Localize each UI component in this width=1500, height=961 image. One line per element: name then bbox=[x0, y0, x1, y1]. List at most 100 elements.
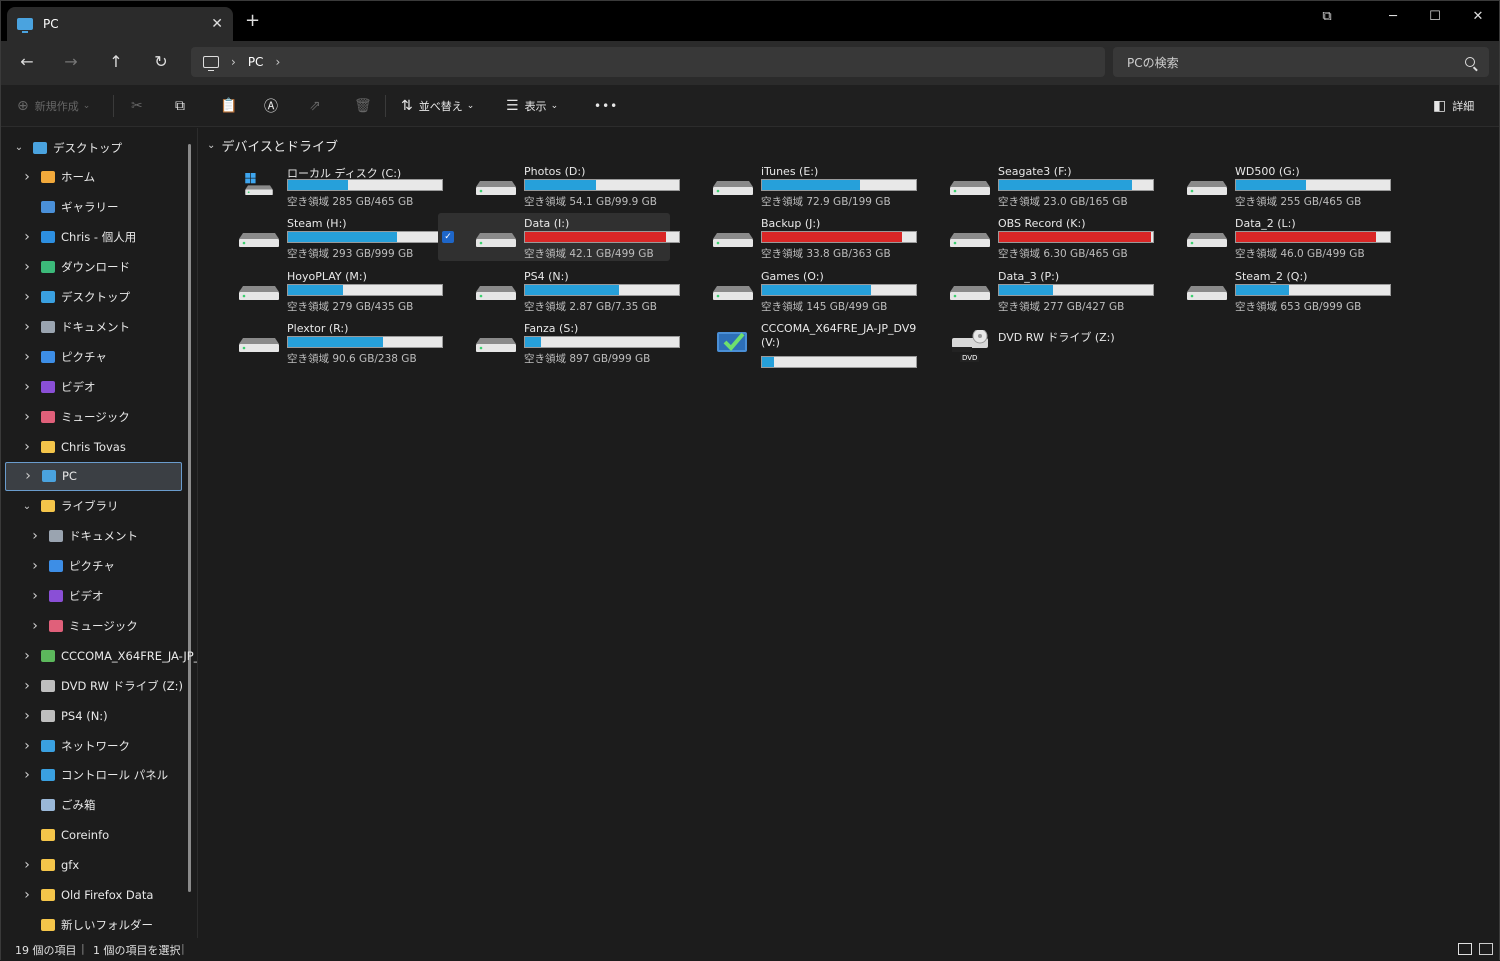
drive-tile[interactable]: Seagate3 (F:) 空き領域 23.0 GB/165 GB bbox=[912, 161, 1154, 209]
drive-tile[interactable]: Games (O:) 空き領域 145 GB/499 GB bbox=[675, 266, 917, 314]
sidebar-item[interactable]: › ピクチャ bbox=[5, 552, 182, 581]
back-button[interactable]: ← bbox=[15, 51, 39, 73]
drive-tile[interactable]: Photos (D:) 空き領域 54.1 GB/99.9 GB bbox=[438, 161, 680, 209]
chevron-right-icon[interactable]: › bbox=[21, 887, 33, 903]
chevron-right-icon[interactable]: › bbox=[21, 708, 33, 724]
drive-tile[interactable]: PS4 (N:) 空き領域 2.87 GB/7.35 GB bbox=[438, 266, 680, 314]
sidebar-item[interactable]: › Old Firefox Data bbox=[5, 881, 182, 910]
delete-button[interactable]: 🗑 bbox=[354, 96, 378, 116]
drive-tile[interactable]: Plextor (R:) 空き領域 90.6 GB/238 GB bbox=[201, 318, 443, 366]
close-button[interactable]: ✕ bbox=[1456, 1, 1500, 31]
sidebar-item[interactable]: 新しいフォルダー bbox=[5, 910, 182, 938]
chevron-right-icon[interactable]: › bbox=[22, 468, 34, 484]
sidebar-item[interactable]: › ダウンロード bbox=[5, 253, 182, 282]
sidebar-item[interactable]: › Chris Tovas bbox=[5, 432, 182, 461]
chevron-right-icon[interactable]: › bbox=[21, 439, 33, 455]
cut-button[interactable]: ✂ bbox=[131, 96, 149, 116]
chevron-right-icon[interactable]: › bbox=[21, 857, 33, 873]
forward-button[interactable]: → bbox=[59, 51, 83, 73]
sidebar-item[interactable]: › CCCOMA_X64FRE_JA-JP_ bbox=[5, 641, 197, 670]
breadcrumb-pc[interactable]: PC bbox=[248, 55, 264, 69]
chevron-down-icon[interactable]: ⌄ bbox=[21, 501, 33, 512]
drive-tile[interactable]: Fanza (S:) 空き領域 897 GB/999 GB bbox=[438, 318, 680, 366]
drive-tile[interactable]: Backup (J:) 空き領域 33.8 GB/363 GB bbox=[675, 213, 917, 261]
share-button[interactable]: ⇗ bbox=[309, 96, 327, 116]
new-tab-button[interactable]: + bbox=[245, 12, 260, 30]
details-view-button[interactable] bbox=[1458, 943, 1472, 955]
sidebar-item[interactable]: ⌄ ライブラリ bbox=[5, 492, 182, 521]
drive-tile[interactable]: iTunes (E:) 空き領域 72.9 GB/199 GB bbox=[675, 161, 917, 209]
sidebar-item[interactable]: › デスクトップ bbox=[5, 283, 182, 312]
rename-button[interactable]: Ⓐ bbox=[264, 96, 284, 116]
sidebar-item[interactable]: › DVD RW ドライブ (Z:) bbox=[5, 671, 183, 700]
sidebar-item[interactable]: ギャラリー bbox=[5, 193, 182, 222]
sidebar-item[interactable]: › ドキュメント bbox=[5, 522, 182, 551]
sidebar-item[interactable]: ⌄ デスクトップ bbox=[5, 133, 182, 162]
chevron-right-icon[interactable]: › bbox=[29, 618, 41, 634]
drive-tile[interactable]: Steam_2 (Q:) 空き領域 653 GB/999 GB bbox=[1149, 266, 1391, 314]
chevron-right-icon[interactable]: › bbox=[21, 379, 33, 395]
drive-tile[interactable]: HoyoPLAY (M:) 空き領域 279 GB/435 GB bbox=[201, 266, 443, 314]
drive-tile[interactable]: Steam (H:) 空き領域 293 GB/999 GB bbox=[201, 213, 443, 261]
chevron-right-icon[interactable]: › bbox=[21, 409, 33, 425]
sidebar-item[interactable]: › ホーム bbox=[5, 163, 182, 192]
sidebar-item[interactable]: › PC bbox=[5, 461, 182, 491]
up-button[interactable]: ↑ bbox=[104, 51, 128, 73]
sidebar-item[interactable]: › コントロール パネル bbox=[5, 761, 182, 790]
sidebar-item[interactable]: › ピクチャ bbox=[5, 342, 182, 371]
sidebar-item[interactable]: Coreinfo bbox=[5, 821, 182, 850]
chevron-right-icon[interactable]: › bbox=[21, 738, 33, 754]
chevron-right-icon[interactable]: › bbox=[21, 767, 33, 783]
sidebar-item[interactable]: › ミュージック bbox=[5, 611, 182, 640]
new-button[interactable]: ⊕ 新規作成 ⌄ bbox=[17, 96, 90, 116]
drive-tile[interactable]: DVD RW ドライブ (Z:) DVD bbox=[912, 318, 1144, 366]
sidebar-item[interactable]: › ビデオ bbox=[5, 372, 182, 401]
sidebar-item[interactable]: › ネットワーク bbox=[5, 731, 182, 760]
search-box[interactable]: PCの検索 bbox=[1113, 47, 1489, 77]
drive-tile[interactable]: CCCOMA_X64FRE_JA-JP_DV9 (V:) bbox=[675, 318, 917, 368]
chevron-right-icon[interactable]: › bbox=[21, 319, 33, 335]
drive-tile[interactable]: ローカル ディスク (C:) 空き領域 285 GB/465 GB bbox=[201, 161, 443, 209]
navigation-pane[interactable]: ⌄ デスクトップ › ホーム ギャラリー › Chris - 個人用 › ダウンロード › デスクト… bbox=[1, 128, 198, 938]
chevron-right-icon[interactable]: › bbox=[29, 558, 41, 574]
sidebar-item[interactable]: › ビデオ bbox=[5, 582, 182, 611]
drive-tile[interactable]: Data_2 (L:) 空き領域 46.0 GB/499 GB bbox=[1149, 213, 1391, 261]
sidebar-item[interactable]: ごみ箱 bbox=[5, 791, 182, 820]
copy-button[interactable]: ⧉ bbox=[175, 96, 191, 116]
chevron-down-icon[interactable]: ⌄ bbox=[13, 142, 25, 153]
minimize-button[interactable]: ─ bbox=[1371, 1, 1415, 31]
sidebar-item[interactable]: › gfx bbox=[5, 851, 182, 880]
chevron-right-icon[interactable]: › bbox=[275, 55, 280, 69]
maximize-button[interactable]: ☐ bbox=[1413, 1, 1457, 31]
chevron-right-icon[interactable]: › bbox=[21, 169, 33, 185]
sidebar-item[interactable]: › ミュージック bbox=[5, 402, 182, 431]
tab-pc[interactable]: PC ✕ bbox=[7, 7, 233, 41]
view-button[interactable]: ☰ 表示 ⌄ bbox=[506, 96, 558, 116]
drive-tile[interactable]: OBS Record (K:) 空き領域 6.30 GB/465 GB bbox=[912, 213, 1154, 261]
chevron-right-icon[interactable]: › bbox=[21, 259, 33, 275]
snap-layout-button[interactable]: ⧉ bbox=[1305, 1, 1349, 31]
drive-tile[interactable]: Data_3 (P:) 空き領域 277 GB/427 GB bbox=[912, 266, 1154, 314]
checkbox-icon[interactable]: ✓ bbox=[442, 231, 454, 244]
sidebar-item[interactable]: › ドキュメント bbox=[5, 312, 182, 341]
refresh-button[interactable]: ↻ bbox=[149, 51, 173, 73]
sidebar-item[interactable]: › PS4 (N:) bbox=[5, 701, 182, 730]
chevron-right-icon[interactable]: › bbox=[21, 349, 33, 365]
drive-tile[interactable]: WD500 (G:) 空き領域 255 GB/465 GB bbox=[1149, 161, 1391, 209]
sidebar-item[interactable]: › Chris - 個人用 bbox=[5, 223, 182, 252]
details-pane-button[interactable]: ◧ 詳細 bbox=[1433, 96, 1474, 116]
chevron-right-icon[interactable]: › bbox=[29, 588, 41, 604]
drive-tile[interactable]: ✓ Data (I:) 空き領域 42.1 GB/499 GB bbox=[438, 213, 680, 262]
search-icon[interactable] bbox=[1465, 57, 1475, 67]
more-options-button[interactable]: ••• bbox=[594, 96, 618, 116]
sidebar-scrollbar[interactable] bbox=[188, 144, 191, 892]
group-header-devices[interactable]: ⌄ デバイスとドライブ bbox=[207, 136, 338, 155]
chevron-right-icon[interactable]: › bbox=[21, 289, 33, 305]
chevron-right-icon[interactable]: › bbox=[21, 229, 33, 245]
chevron-right-icon[interactable]: › bbox=[29, 528, 41, 544]
large-icons-view-button[interactable] bbox=[1479, 943, 1493, 955]
paste-button[interactable]: 📋 bbox=[220, 96, 243, 116]
search-input[interactable]: PCの検索 bbox=[1127, 54, 1465, 71]
address-bar[interactable]: › PC › bbox=[191, 47, 1105, 77]
chevron-right-icon[interactable]: › bbox=[21, 648, 33, 664]
